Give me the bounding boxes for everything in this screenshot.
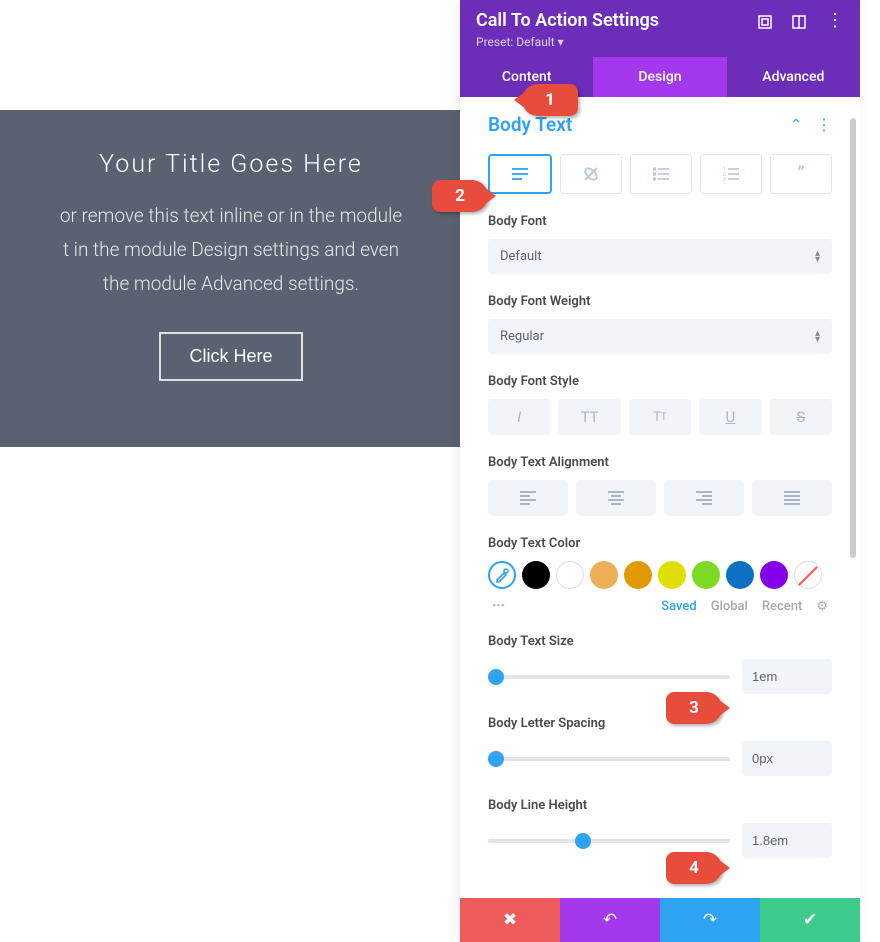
align-left-button[interactable]: [488, 480, 568, 516]
panel-title: Call To Action Settings: [476, 10, 659, 31]
lineheight-slider[interactable]: [488, 839, 730, 843]
preset-dropdown[interactable]: Preset: Default ▾: [476, 35, 844, 49]
panel-body: Body Text ⌃ ⋮ 123 ” Body Font Default: [460, 97, 860, 898]
callout-marker-4: 4: [666, 852, 722, 884]
more-colors-icon[interactable]: •••: [492, 599, 505, 614]
weight-label: Body Font Weight: [488, 294, 832, 309]
palette-tab-global[interactable]: Global: [711, 599, 748, 614]
spacing-label: Body Letter Spacing: [488, 716, 832, 731]
text-tab-paragraph[interactable]: [488, 154, 552, 194]
color-yellow[interactable]: [658, 561, 686, 589]
select-arrows-icon: ▴▾: [815, 331, 820, 343]
underline-button[interactable]: U: [699, 399, 761, 435]
color-orange[interactable]: [590, 561, 618, 589]
size-input[interactable]: [742, 659, 832, 694]
preview-cta-button[interactable]: Click Here: [159, 332, 302, 381]
align-label: Body Text Alignment: [488, 455, 832, 470]
save-button[interactable]: ✔: [760, 898, 860, 942]
section-more-icon[interactable]: ⋮: [816, 115, 832, 134]
preset-label: Preset: Default: [476, 35, 555, 49]
align-justify-button[interactable]: [752, 480, 832, 516]
expand-icon[interactable]: [758, 14, 772, 28]
color-dark-orange[interactable]: [624, 561, 652, 589]
color-green[interactable]: [692, 561, 720, 589]
size-label: Body Text Size: [488, 634, 832, 649]
section-title[interactable]: Body Text: [488, 113, 572, 136]
align-center-button[interactable]: [576, 480, 656, 516]
text-element-row: 123 ”: [488, 154, 832, 194]
select-arrows-icon: ▴▾: [815, 251, 820, 263]
tab-advanced[interactable]: Advanced: [727, 57, 860, 97]
palette-tab-saved[interactable]: Saved: [661, 599, 696, 614]
preview-body-line: t in the module Design settings and even: [63, 238, 399, 261]
align-right-button[interactable]: [664, 480, 744, 516]
italic-button[interactable]: I: [488, 399, 550, 435]
uppercase-button[interactable]: TT: [558, 399, 620, 435]
preview-body-line: or remove this text inline or in the mod…: [60, 204, 402, 227]
palette-settings-icon[interactable]: ⚙: [816, 599, 828, 614]
color-white[interactable]: [556, 561, 584, 589]
spacing-slider[interactable]: [488, 757, 730, 761]
chevron-down-icon: ▾: [558, 35, 564, 49]
strikethrough-button[interactable]: S: [770, 399, 832, 435]
layout-icon[interactable]: [792, 14, 806, 28]
callout-marker-3: 3: [666, 692, 722, 724]
panel-footer: ✖ ↶ ↷ ✔: [460, 898, 860, 942]
weight-select[interactable]: Regular ▴▾: [488, 319, 832, 354]
cancel-button[interactable]: ✖: [460, 898, 560, 942]
text-tab-link[interactable]: [560, 154, 622, 194]
collapse-icon[interactable]: ⌃: [790, 117, 802, 133]
callout-marker-2: 2: [432, 180, 488, 212]
callout-marker-1: 1: [522, 84, 578, 116]
lineheight-input[interactable]: [742, 823, 832, 858]
spacing-input[interactable]: [742, 741, 832, 776]
palette-tab-recent[interactable]: Recent: [762, 599, 802, 614]
font-select[interactable]: Default ▴▾: [488, 239, 832, 274]
preview-body: or remove this text inline or in the mod…: [60, 199, 402, 302]
text-tab-ul[interactable]: [630, 154, 692, 194]
settings-panel: Call To Action Settings ⋮ Preset: Defaul…: [460, 0, 860, 942]
panel-header: Call To Action Settings ⋮ Preset: Defaul…: [460, 0, 860, 57]
svg-text:3: 3: [723, 177, 726, 181]
preview-title: Your Title Goes Here: [99, 150, 363, 179]
undo-button[interactable]: ↶: [560, 898, 660, 942]
text-tab-quote[interactable]: ”: [770, 154, 832, 194]
color-blue[interactable]: [726, 561, 754, 589]
size-slider[interactable]: [488, 675, 730, 679]
color-purple[interactable]: [760, 561, 788, 589]
color-picker-button[interactable]: [488, 561, 516, 589]
preview-area: Your Title Goes Here or remove this text…: [0, 110, 462, 447]
more-icon[interactable]: ⋮: [826, 10, 844, 31]
font-value: Default: [500, 249, 542, 264]
redo-button[interactable]: ↷: [660, 898, 760, 942]
font-label: Body Font: [488, 214, 832, 229]
color-none[interactable]: [794, 561, 822, 589]
tab-design[interactable]: Design: [593, 57, 726, 97]
lineheight-label: Body Line Height: [488, 798, 832, 813]
text-tab-ol[interactable]: 123: [700, 154, 762, 194]
preview-body-line: the module Advanced settings.: [103, 272, 359, 295]
color-label: Body Text Color: [488, 536, 832, 551]
color-black[interactable]: [522, 561, 550, 589]
style-label: Body Font Style: [488, 374, 832, 389]
smallcaps-button[interactable]: TT: [629, 399, 691, 435]
weight-value: Regular: [500, 329, 544, 344]
scrollbar[interactable]: [850, 118, 856, 558]
